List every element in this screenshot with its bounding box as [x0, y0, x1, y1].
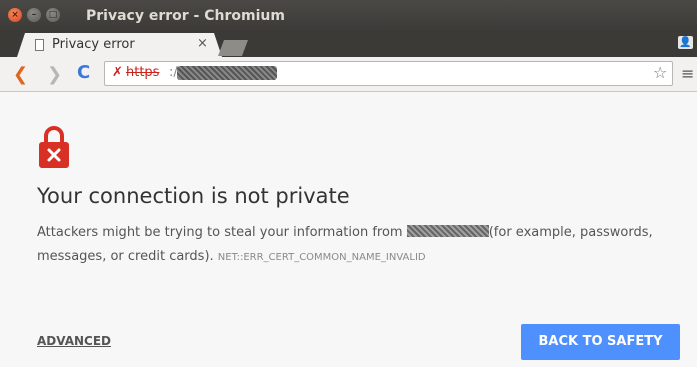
window-title: Privacy error - Chromium — [86, 8, 285, 24]
tab-privacy-error[interactable]: Privacy error × — [17, 33, 222, 57]
close-window-button[interactable]: × — [8, 8, 22, 22]
padlock-error-icon — [39, 126, 69, 168]
redacted-url — [177, 66, 277, 80]
redacted-host — [406, 225, 489, 237]
bookmark-star-icon[interactable]: ☆ — [653, 63, 667, 82]
insecure-lock-icon[interactable]: ✗ — [112, 65, 123, 80]
page-title: Your connection is not private — [37, 184, 350, 208]
tab-close-icon[interactable]: × — [197, 36, 208, 51]
forward-button[interactable]: ❯ — [47, 64, 62, 85]
profile-icon[interactable]: 👤 — [678, 36, 693, 49]
page-icon — [35, 39, 44, 51]
url-scheme: https — [126, 65, 160, 80]
reload-button[interactable]: C — [77, 62, 90, 83]
tab-label: Privacy error — [52, 37, 135, 52]
advanced-link[interactable]: ADVANCED — [37, 334, 111, 348]
error-description: Attackers might be trying to steal your … — [37, 221, 677, 270]
address-bar[interactable]: ✗ https :/ ☆ — [104, 61, 673, 86]
back-button[interactable]: ❮ — [13, 64, 28, 85]
error-code: NET::ERR_CERT_COMMON_NAME_INVALID — [217, 252, 426, 263]
back-to-safety-button[interactable]: BACK TO SAFETY — [521, 324, 680, 360]
menu-icon[interactable]: ≡ — [681, 64, 694, 83]
maximize-window-button[interactable]: □ — [46, 8, 60, 22]
minimize-window-button[interactable]: – — [27, 8, 41, 22]
description-part1: Attackers might be trying to steal your … — [37, 225, 407, 240]
